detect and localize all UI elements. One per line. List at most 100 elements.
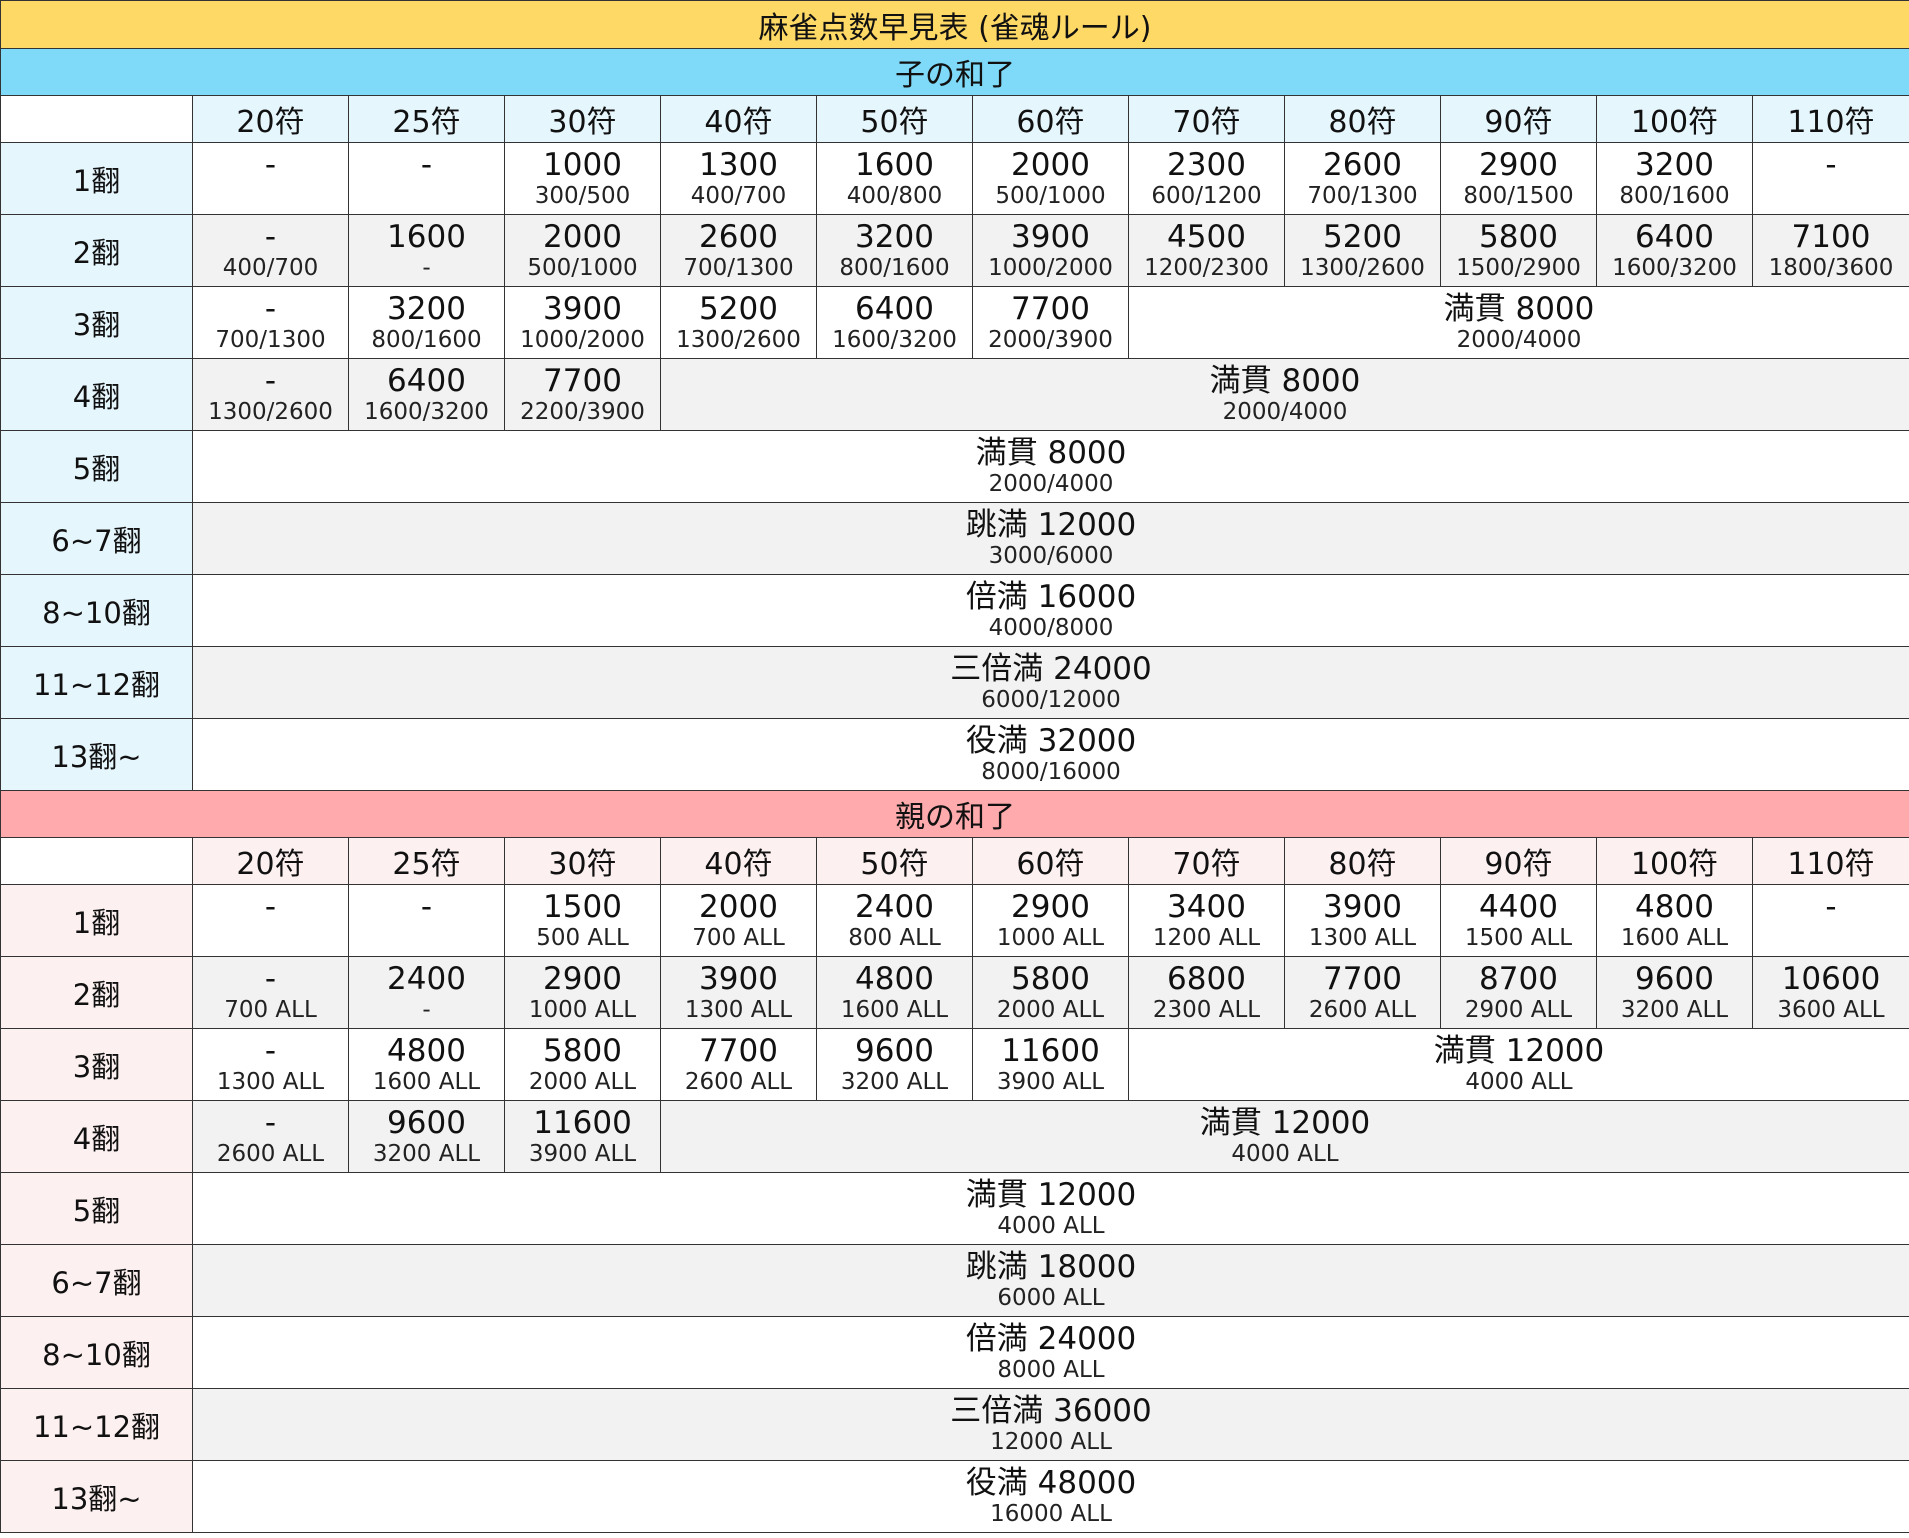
payment-breakdown: 400/800 [846,182,943,209]
points-value: 2900 [1011,888,1090,925]
payment-breakdown: 500/1000 [527,254,638,281]
score-cell: 9600 3200 ALL [816,1028,973,1101]
limit-hand-cell: 満貫 8000 2000/4000 [659,358,1909,431]
score-cell: 4400 1500 ALL [1440,884,1597,957]
score-cell: 1500 500 ALL [504,884,661,957]
fu-header-cell: 80符 [1284,837,1441,885]
payment-breakdown: 3200 ALL [1620,996,1729,1023]
points-value: 6400 [855,290,934,327]
payment-breakdown: 1600/3200 [364,398,489,425]
points-value: - [264,362,277,399]
points-value: 満貫 12000 [965,1176,1137,1213]
payment-breakdown [194,924,348,952]
payment-breakdown: 3200 ALL [372,1140,481,1167]
payment-breakdown: 1600 ALL [1620,924,1729,951]
score-cell: -400/700 [192,214,349,287]
points-value: 4800 [1635,888,1714,925]
score-cell: 3200 800/1600 [816,214,973,287]
fu-header-cell: 25符 [348,95,505,143]
points-value: 1000 [543,146,622,183]
points-value: 7100 [1791,218,1871,255]
limit-hand-cell: 役満 48000 16000 ALL [191,1460,1909,1533]
limit-hand-cell: 満貫 12000 4000 ALL [191,1172,1909,1245]
points-value: 4500 [1167,218,1246,255]
payment-breakdown: 600/1200 [1151,182,1262,209]
score-cell: 6400 1600/3200 [1596,214,1753,287]
payment-breakdown: 2000 ALL [528,1068,637,1095]
han-label: 3翻 [0,1028,193,1101]
payment-breakdown: 16000 ALL [990,1500,1112,1527]
payment-breakdown: 1200/2300 [1144,254,1269,281]
payment-breakdown: 1000 ALL [996,924,1105,951]
limit-hand-cell: 満貫 12000 4000 ALL [1127,1028,1909,1101]
han-label: 1翻 [0,884,193,957]
payment-breakdown: 700 ALL [224,996,317,1023]
points-value: - [1825,146,1837,183]
score-cell: 5200 1300/2600 [660,286,817,359]
table-row: 1翻 - - 1000 300/500 1300 400/700 1600 400/800 2… [0,142,1909,215]
payment-breakdown: 800 ALL [848,924,941,951]
han-label: 5翻 [0,1172,193,1245]
points-value: 6400 [1635,218,1714,255]
score-cell: 3900 1300 ALL [1284,884,1441,957]
payment-breakdown: 500 ALL [536,924,629,951]
han-label: 3翻 [0,286,193,359]
score-cell: 2600 700/1300 [1284,142,1441,215]
table-row: 1翻 - - 1500 500 ALL 2000 700 ALL 2400 800 ALL 2… [0,884,1909,957]
points-value: 倍満 16000 [965,578,1137,615]
points-value: 6400 [387,362,466,399]
han-label: 4翻 [0,1100,193,1173]
score-cell: 7700 2000/3900 [972,286,1129,359]
score-cell: 5200 1300/2600 [1284,214,1441,287]
points-value: 2000 [543,218,622,255]
payment-breakdown: 1600/3200 [1612,254,1737,281]
fu-header-cell: 90符 [1440,837,1597,885]
payment-breakdown: 2000/4000 [1222,398,1348,425]
points-value: 役満 48000 [965,1464,1137,1501]
fu-header-cell: 50符 [816,95,973,143]
fu-header-cell: 60符 [972,95,1129,143]
table-row: 5翻 満貫 8000 2000/4000 [0,430,1909,503]
limit-hand-cell: 満貫 8000 2000/4000 [1127,286,1909,359]
fu-header-cell: 30符 [504,837,661,885]
score-cell: -700/1300 [192,286,349,359]
payment-breakdown [194,182,348,210]
points-value: 3200 [1635,146,1714,183]
points-value: 満貫 8000 [1209,362,1361,399]
points-value: 跳満 18000 [965,1248,1137,1285]
fu-header-row: 20符 25符 30符 40符 50符 60符 70符 80符 90符 100符 110符 [0,95,1909,143]
table-row: 3翻 -1300 ALL 4800 1600 ALL 5800 2000 ALL 7700 2… [0,1028,1909,1101]
payment-breakdown: 1000/2000 [520,326,645,353]
han-label: 1翻 [0,142,193,215]
points-value: - [264,1104,277,1141]
score-cell: 3900 1000/2000 [504,286,661,359]
points-value: 4800 [387,1032,466,1069]
points-value: 7700 [699,1032,778,1069]
points-value: 三倍満 36000 [950,1392,1152,1429]
payment-breakdown: 1300/2600 [1300,254,1425,281]
payment-breakdown: 400/700 [690,182,787,209]
points-value: 3900 [1011,218,1090,255]
payment-breakdown: - [422,996,431,1023]
points-value: 5800 [543,1032,622,1069]
payment-breakdown: - [422,254,431,281]
payment-breakdown: 1600 ALL [372,1068,481,1095]
score-cell: 6800 2300 ALL [1128,956,1285,1029]
points-value: 3200 [387,290,466,327]
points-value: 2300 [1167,146,1246,183]
score-table: 麻雀点数早見表 (雀魂ルール) 子の和了 20符 25符 30符 40符 50符 60符 70… [0,0,1909,1533]
table-row: 6~7翻 跳満 18000 6000 ALL [0,1244,1909,1317]
payment-breakdown: 3000/6000 [988,542,1114,569]
han-label: 8~10翻 [0,1316,193,1389]
limit-hand-cell: 倍満 24000 8000 ALL [191,1316,1909,1389]
payment-breakdown: 1600 ALL [840,996,949,1023]
points-value: 7700 [1323,960,1402,997]
points-value: 3900 [699,960,778,997]
points-value: 11600 [533,1104,632,1141]
han-label: 2翻 [0,214,193,287]
payment-breakdown: 800/1500 [1463,182,1574,209]
limit-hand-cell: 満貫 8000 2000/4000 [191,430,1909,503]
payment-breakdown: 500/1000 [995,182,1106,209]
score-cell: 2000 500/1000 [504,214,661,287]
fu-header-cell: 70符 [1128,837,1285,885]
